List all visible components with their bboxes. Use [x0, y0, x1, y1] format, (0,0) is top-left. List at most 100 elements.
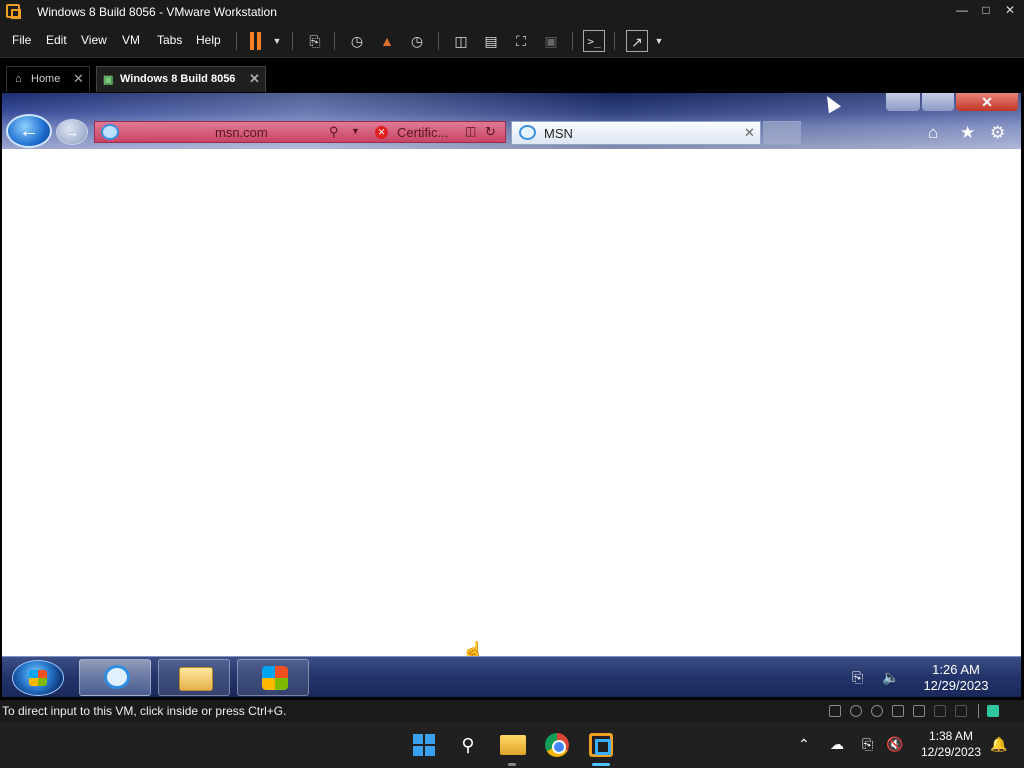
- status-message: To direct input to this VM, click inside…: [2, 704, 287, 718]
- active-indicator: [592, 763, 610, 766]
- toolbar-separator: [292, 32, 293, 50]
- cd-drive-icon[interactable]: [850, 705, 862, 717]
- hard-disk-icon[interactable]: [829, 705, 841, 717]
- back-button[interactable]: ←: [6, 114, 52, 148]
- tab-windows8-vm[interactable]: ▣ Windows 8 Build 8056 ✕: [96, 66, 266, 92]
- send-ctrl-alt-del-icon[interactable]: ⎘: [304, 30, 326, 52]
- vm-icon: ▣: [103, 74, 114, 86]
- certificate-error-icon[interactable]: ✕: [375, 126, 388, 139]
- volume-icon[interactable]: 🔈: [882, 669, 899, 686]
- menu-tabs[interactable]: Tabs: [157, 33, 182, 47]
- toolbar-separator: [334, 32, 335, 50]
- tab-home[interactable]: ⌂ Home ✕: [6, 66, 90, 92]
- search-icon[interactable]: ⚲: [455, 732, 481, 758]
- cd-drive-icon[interactable]: [871, 705, 883, 717]
- new-tab-button[interactable]: [763, 121, 801, 145]
- sound-card-icon[interactable]: [955, 705, 967, 717]
- address-bar[interactable]: msn.com ⚲ ▼ ✕ Certific... ◫ ↻: [94, 121, 506, 143]
- taskbar-windows[interactable]: [237, 659, 309, 696]
- menu-file[interactable]: File: [12, 33, 31, 47]
- usb-icon[interactable]: [934, 705, 946, 717]
- host-clock[interactable]: 1:38 AM 12/29/2023: [915, 728, 987, 760]
- guest-clock[interactable]: 1:26 AM 12/29/2023: [906, 662, 1006, 694]
- stretch-guest-icon[interactable]: ↗: [626, 30, 648, 52]
- vm-tab-bar: ⌂ Home ✕ ▣ Windows 8 Build 8056 ✕: [0, 58, 1024, 93]
- guest-minimize-icon[interactable]: [886, 93, 920, 111]
- refresh-icon[interactable]: ↻: [485, 124, 496, 140]
- taskbar-ie[interactable]: [79, 659, 151, 696]
- host-time: 1:38 AM: [928, 729, 974, 743]
- menu-help[interactable]: Help: [196, 33, 221, 47]
- toolbar-separator: [572, 32, 573, 50]
- close-tab-icon[interactable]: ✕: [73, 71, 84, 87]
- close-icon[interactable]: ✕: [1000, 3, 1020, 17]
- close-tab-icon[interactable]: ✕: [744, 125, 755, 141]
- menu-toolbar: File Edit View VM Tabs Help ▼ ⎘ ◷ ▲ ◷ ◫ …: [0, 24, 1024, 58]
- power-dropdown-icon[interactable]: ▼: [266, 30, 288, 52]
- stretch-dropdown-icon[interactable]: ▼: [648, 30, 670, 52]
- browser-tab-title: MSN: [544, 126, 573, 141]
- pause-icon[interactable]: [250, 32, 262, 50]
- favorites-icon[interactable]: ★: [960, 123, 975, 143]
- guest-restore-icon[interactable]: [922, 93, 954, 111]
- menu-vm[interactable]: VM: [122, 33, 140, 47]
- thumbnail-bar-icon[interactable]: ▤: [480, 30, 502, 52]
- show-hidden-icons-icon[interactable]: ⌃: [798, 736, 810, 753]
- message-log-icon[interactable]: [987, 705, 999, 717]
- tools-gear-icon[interactable]: ⚙: [990, 123, 1005, 143]
- status-separator: [978, 704, 979, 718]
- close-tab-icon[interactable]: ✕: [249, 71, 260, 87]
- host-taskbar: ⚲ ⌃ ☁ ⎘ 🔇 1:38 AM 12/29/2023 🔔: [0, 722, 1024, 768]
- home-icon[interactable]: ⌂: [928, 123, 938, 143]
- file-explorer-icon[interactable]: [500, 735, 526, 755]
- unity-icon[interactable]: ▣: [540, 30, 562, 52]
- windows-logo-icon: [262, 666, 288, 690]
- snapshot-icon[interactable]: ◷: [346, 30, 368, 52]
- network-icon[interactable]: ⎘: [862, 736, 873, 753]
- maximize-icon[interactable]: □: [976, 3, 996, 17]
- volume-muted-icon[interactable]: 🔇: [886, 736, 903, 753]
- floppy-icon[interactable]: [892, 705, 904, 717]
- browser-tab-msn[interactable]: MSN ✕: [511, 121, 761, 145]
- library-icon[interactable]: ◫: [450, 30, 472, 52]
- guest-screen[interactable]: ✕ ← → msn.com ⚲ ▼ ✕ Certific... ◫ ↻ MSN …: [2, 93, 1021, 697]
- home-icon: ⌂: [15, 73, 22, 85]
- menu-view[interactable]: View: [81, 33, 107, 47]
- status-bar: To direct input to this VM, click inside…: [0, 700, 1024, 722]
- folder-icon: [179, 667, 213, 691]
- network-icon[interactable]: ⎘: [852, 669, 863, 686]
- running-indicator: [508, 763, 516, 766]
- snapshot-manager-icon[interactable]: ◷: [406, 30, 428, 52]
- chrome-icon[interactable]: [545, 733, 569, 757]
- ie-icon: [104, 665, 130, 689]
- host-date: 12/29/2023: [920, 745, 982, 759]
- vmware-app-icon: [6, 4, 21, 19]
- full-screen-icon[interactable]: ⛶: [510, 30, 532, 52]
- guest-close-icon[interactable]: ✕: [956, 93, 1018, 111]
- guest-taskbar: ⎘ 🔈 1:26 AM 12/29/2023: [2, 656, 1021, 697]
- onedrive-icon[interactable]: ☁: [830, 736, 844, 753]
- forward-button[interactable]: →: [56, 119, 88, 145]
- network-adapter-icon[interactable]: [913, 705, 925, 717]
- notification-bell-icon[interactable]: 🔔: [990, 736, 1007, 753]
- certificate-error-label[interactable]: Certific...: [397, 125, 448, 140]
- revert-snapshot-icon[interactable]: ▲: [376, 30, 398, 52]
- search-icon[interactable]: ⚲: [329, 124, 339, 140]
- toolbar-separator: [438, 32, 439, 50]
- page-content[interactable]: ☝: [2, 149, 1021, 661]
- start-button[interactable]: [12, 660, 64, 696]
- ie-icon: [519, 125, 536, 140]
- console-view-icon[interactable]: >_: [583, 30, 605, 52]
- taskbar-explorer[interactable]: [158, 659, 230, 696]
- minimize-icon[interactable]: —: [952, 3, 972, 17]
- chevron-down-icon[interactable]: ▼: [351, 126, 360, 136]
- compatibility-view-icon[interactable]: ◫: [465, 124, 476, 138]
- window-title: Windows 8 Build 8056 - VMware Workstatio…: [37, 5, 277, 19]
- toolbar-separator: [614, 32, 615, 50]
- vmware-title-bar: Windows 8 Build 8056 - VMware Workstatio…: [0, 0, 1024, 24]
- menu-edit[interactable]: Edit: [46, 33, 67, 47]
- vmware-taskbar-icon[interactable]: [589, 733, 613, 757]
- guest-date: 12/29/2023: [923, 678, 989, 693]
- windows-start-icon[interactable]: [413, 734, 435, 756]
- tab-label: Home: [31, 73, 61, 85]
